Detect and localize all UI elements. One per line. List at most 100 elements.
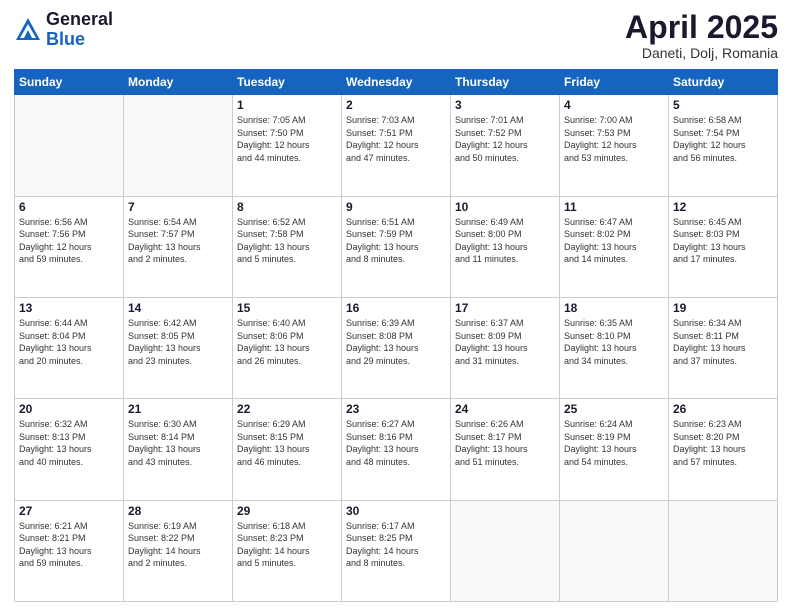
day-info: Sunrise: 7:05 AM Sunset: 7:50 PM Dayligh… xyxy=(237,114,337,164)
weekday-header-friday: Friday xyxy=(560,70,669,95)
day-info: Sunrise: 6:56 AM Sunset: 7:56 PM Dayligh… xyxy=(19,216,119,266)
calendar-cell: 22 Sunrise: 6:29 AM Sunset: 8:15 PM Dayli… xyxy=(233,399,342,500)
calendar-cell: 5 Sunrise: 6:58 AM Sunset: 7:54 PM Daylig… xyxy=(669,95,778,196)
day-info: Sunrise: 6:54 AM Sunset: 7:57 PM Dayligh… xyxy=(128,216,228,266)
day-number: 30 xyxy=(346,504,446,518)
calendar-cell: 26 Sunrise: 6:23 AM Sunset: 8:20 PM Dayli… xyxy=(669,399,778,500)
page: General Blue April 2025 Daneti, Dolj, Ro… xyxy=(0,0,792,612)
day-info: Sunrise: 6:51 AM Sunset: 7:59 PM Dayligh… xyxy=(346,216,446,266)
day-info: Sunrise: 6:24 AM Sunset: 8:19 PM Dayligh… xyxy=(564,418,664,468)
calendar-cell: 29Sunrise: 6:18 AM Sunset: 8:23 PM Dayli… xyxy=(233,500,342,601)
day-number: 5 xyxy=(673,98,773,112)
day-number: 2 xyxy=(346,98,446,112)
weekday-header-saturday: Saturday xyxy=(669,70,778,95)
day-info: Sunrise: 6:49 AM Sunset: 8:00 PM Dayligh… xyxy=(455,216,555,266)
calendar-cell: 4 Sunrise: 7:00 AM Sunset: 7:53 PM Daylig… xyxy=(560,95,669,196)
day-number: 24 xyxy=(455,402,555,416)
day-info: Sunrise: 6:17 AM Sunset: 8:25 PM Dayligh… xyxy=(346,520,446,570)
calendar-week-1: 1 Sunrise: 7:05 AM Sunset: 7:50 PM Daylig… xyxy=(15,95,778,196)
calendar-cell: 16 Sunrise: 6:39 AM Sunset: 8:08 PM Dayli… xyxy=(342,297,451,398)
calendar-cell: 13Sunrise: 6:44 AM Sunset: 8:04 PM Dayli… xyxy=(15,297,124,398)
day-info: Sunrise: 6:44 AM Sunset: 8:04 PM Dayligh… xyxy=(19,317,119,367)
weekday-header-row: SundayMondayTuesdayWednesdayThursdayFrid… xyxy=(15,70,778,95)
calendar-cell: 18Sunrise: 6:35 AM Sunset: 8:10 PM Dayli… xyxy=(560,297,669,398)
day-number: 18 xyxy=(564,301,664,315)
day-info: Sunrise: 6:52 AM Sunset: 7:58 PM Dayligh… xyxy=(237,216,337,266)
day-number: 25 xyxy=(564,402,664,416)
day-info: Sunrise: 7:00 AM Sunset: 7:53 PM Dayligh… xyxy=(564,114,664,164)
day-number: 15 xyxy=(237,301,337,315)
calendar-cell: 1 Sunrise: 7:05 AM Sunset: 7:50 PM Daylig… xyxy=(233,95,342,196)
day-number: 14 xyxy=(128,301,228,315)
calendar-cell xyxy=(560,500,669,601)
day-info: Sunrise: 6:40 AM Sunset: 8:06 PM Dayligh… xyxy=(237,317,337,367)
calendar-cell: 8 Sunrise: 6:52 AM Sunset: 7:58 PM Daylig… xyxy=(233,196,342,297)
calendar-cell: 2 Sunrise: 7:03 AM Sunset: 7:51 PM Daylig… xyxy=(342,95,451,196)
day-number: 19 xyxy=(673,301,773,315)
day-number: 16 xyxy=(346,301,446,315)
weekday-header-wednesday: Wednesday xyxy=(342,70,451,95)
day-info: Sunrise: 6:23 AM Sunset: 8:20 PM Dayligh… xyxy=(673,418,773,468)
day-info: Sunrise: 6:37 AM Sunset: 8:09 PM Dayligh… xyxy=(455,317,555,367)
calendar-cell: 28 Sunrise: 6:19 AM Sunset: 8:22 PM Dayli… xyxy=(124,500,233,601)
weekday-header-sunday: Sunday xyxy=(15,70,124,95)
day-number: 23 xyxy=(346,402,446,416)
day-number: 11 xyxy=(564,200,664,214)
calendar-cell: 6Sunrise: 6:56 AM Sunset: 7:56 PM Daylig… xyxy=(15,196,124,297)
calendar-table: SundayMondayTuesdayWednesdayThursdayFrid… xyxy=(14,69,778,602)
day-number: 10 xyxy=(455,200,555,214)
location: Daneti, Dolj, Romania xyxy=(625,45,778,61)
day-info: Sunrise: 6:39 AM Sunset: 8:08 PM Dayligh… xyxy=(346,317,446,367)
calendar-cell: 21 Sunrise: 6:30 AM Sunset: 8:14 PM Dayli… xyxy=(124,399,233,500)
day-number: 28 xyxy=(128,504,228,518)
calendar-cell: 10 Sunrise: 6:49 AM Sunset: 8:00 PM Dayli… xyxy=(451,196,560,297)
day-number: 1 xyxy=(237,98,337,112)
calendar-cell: 27 Sunrise: 6:21 AM Sunset: 8:21 PM Dayli… xyxy=(15,500,124,601)
day-info: Sunrise: 6:19 AM Sunset: 8:22 PM Dayligh… xyxy=(128,520,228,570)
month-title: April 2025 xyxy=(625,10,778,45)
day-info: Sunrise: 6:18 AM Sunset: 8:23 PM Dayligh… xyxy=(237,520,337,570)
calendar-cell: 24 Sunrise: 6:26 AM Sunset: 8:17 PM Dayli… xyxy=(451,399,560,500)
calendar-cell: 23 Sunrise: 6:27 AM Sunset: 8:16 PM Dayli… xyxy=(342,399,451,500)
header: General Blue April 2025 Daneti, Dolj, Ro… xyxy=(14,10,778,61)
day-info: Sunrise: 6:29 AM Sunset: 8:15 PM Dayligh… xyxy=(237,418,337,468)
day-info: Sunrise: 6:58 AM Sunset: 7:54 PM Dayligh… xyxy=(673,114,773,164)
logo-icon xyxy=(14,16,42,44)
calendar-cell: 11 Sunrise: 6:47 AM Sunset: 8:02 PM Dayli… xyxy=(560,196,669,297)
day-number: 20 xyxy=(19,402,119,416)
day-number: 22 xyxy=(237,402,337,416)
calendar-week-4: 20 Sunrise: 6:32 AM Sunset: 8:13 PM Dayli… xyxy=(15,399,778,500)
calendar-cell: 19Sunrise: 6:34 AM Sunset: 8:11 PM Dayli… xyxy=(669,297,778,398)
day-info: Sunrise: 6:21 AM Sunset: 8:21 PM Dayligh… xyxy=(19,520,119,570)
calendar-cell: 9 Sunrise: 6:51 AM Sunset: 7:59 PM Daylig… xyxy=(342,196,451,297)
calendar-cell: 15 Sunrise: 6:40 AM Sunset: 8:06 PM Dayli… xyxy=(233,297,342,398)
calendar-cell: 30 Sunrise: 6:17 AM Sunset: 8:25 PM Dayli… xyxy=(342,500,451,601)
day-info: Sunrise: 6:30 AM Sunset: 8:14 PM Dayligh… xyxy=(128,418,228,468)
weekday-header-thursday: Thursday xyxy=(451,70,560,95)
calendar-week-5: 27 Sunrise: 6:21 AM Sunset: 8:21 PM Dayli… xyxy=(15,500,778,601)
day-info: Sunrise: 6:47 AM Sunset: 8:02 PM Dayligh… xyxy=(564,216,664,266)
day-number: 7 xyxy=(128,200,228,214)
day-number: 8 xyxy=(237,200,337,214)
calendar-cell: 3Sunrise: 7:01 AM Sunset: 7:52 PM Daylig… xyxy=(451,95,560,196)
day-number: 9 xyxy=(346,200,446,214)
day-number: 21 xyxy=(128,402,228,416)
logo-blue: Blue xyxy=(46,30,113,50)
day-info: Sunrise: 6:45 AM Sunset: 8:03 PM Dayligh… xyxy=(673,216,773,266)
day-info: Sunrise: 7:03 AM Sunset: 7:51 PM Dayligh… xyxy=(346,114,446,164)
title-block: April 2025 Daneti, Dolj, Romania xyxy=(625,10,778,61)
day-number: 4 xyxy=(564,98,664,112)
calendar-cell: 14 Sunrise: 6:42 AM Sunset: 8:05 PM Dayli… xyxy=(124,297,233,398)
day-number: 27 xyxy=(19,504,119,518)
weekday-header-tuesday: Tuesday xyxy=(233,70,342,95)
calendar-cell: 12Sunrise: 6:45 AM Sunset: 8:03 PM Dayli… xyxy=(669,196,778,297)
calendar-cell: 25 Sunrise: 6:24 AM Sunset: 8:19 PM Dayli… xyxy=(560,399,669,500)
day-number: 26 xyxy=(673,402,773,416)
calendar-cell: 17Sunrise: 6:37 AM Sunset: 8:09 PM Dayli… xyxy=(451,297,560,398)
day-info: Sunrise: 7:01 AM Sunset: 7:52 PM Dayligh… xyxy=(455,114,555,164)
day-info: Sunrise: 6:27 AM Sunset: 8:16 PM Dayligh… xyxy=(346,418,446,468)
day-info: Sunrise: 6:26 AM Sunset: 8:17 PM Dayligh… xyxy=(455,418,555,468)
day-info: Sunrise: 6:42 AM Sunset: 8:05 PM Dayligh… xyxy=(128,317,228,367)
day-info: Sunrise: 6:32 AM Sunset: 8:13 PM Dayligh… xyxy=(19,418,119,468)
calendar-cell: 20 Sunrise: 6:32 AM Sunset: 8:13 PM Dayli… xyxy=(15,399,124,500)
